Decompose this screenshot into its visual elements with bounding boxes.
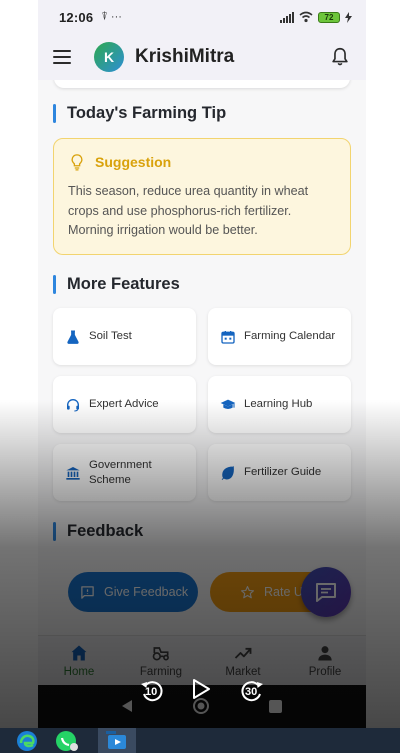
system-back-icon[interactable]	[120, 699, 134, 713]
right-margin	[366, 0, 400, 728]
chat-icon	[316, 583, 336, 602]
whatsapp-icon[interactable]	[54, 730, 80, 752]
phone-screen: 12:06 ⍒ ··· 72 K KrishiMitra Today's Far…	[38, 0, 366, 728]
feedback-icon	[81, 585, 94, 599]
feature-expert-advice[interactable]: Expert Advice	[53, 376, 196, 433]
signal-icon	[280, 11, 294, 23]
rewind-seconds: 10	[145, 686, 158, 698]
star-icon	[241, 585, 254, 598]
flask-icon	[67, 329, 79, 344]
features-section-title: More Features	[53, 275, 180, 294]
system-home-icon[interactable]	[192, 697, 210, 715]
home-icon	[71, 645, 87, 661]
status-time: 12:06	[59, 9, 94, 25]
system-recents-icon[interactable]	[269, 700, 282, 713]
charging-icon	[345, 11, 352, 23]
calendar-icon	[221, 330, 235, 344]
wifi-icon	[299, 11, 313, 23]
tip-card-title: Suggestion	[95, 154, 172, 170]
graduation-cap-icon	[220, 399, 236, 409]
feature-soil-test[interactable]: Soil Test	[53, 308, 196, 365]
media-player-icon[interactable]	[98, 728, 136, 753]
chat-fab[interactable]	[301, 567, 351, 617]
bank-icon	[66, 466, 80, 480]
app-logo: K	[94, 42, 124, 72]
feature-farming-calendar[interactable]: Farming Calendar	[208, 308, 351, 365]
status-bar: 12:06 ⍒ ··· 72	[38, 0, 366, 34]
feedback-buttons: Give Feedback Rate U	[68, 572, 340, 612]
tip-card: Suggestion This season, reduce urea quan…	[53, 138, 351, 255]
battery-icon: 72	[318, 11, 340, 23]
headset-icon	[67, 398, 79, 412]
trending-up-icon	[234, 647, 252, 659]
feature-government-scheme[interactable]: Government Scheme	[53, 444, 196, 501]
feature-fertilizer-guide[interactable]: Fertilizer Guide	[208, 444, 351, 501]
person-icon	[318, 646, 332, 661]
left-margin	[0, 0, 38, 728]
nav-home[interactable]: Home	[38, 636, 120, 685]
app-title: KrishiMitra	[135, 46, 235, 67]
forward-seconds: 30	[245, 686, 258, 698]
leaf-icon	[221, 465, 234, 480]
nav-profile[interactable]: Profile	[284, 636, 366, 685]
lightbulb-icon	[71, 154, 83, 171]
feature-learning-hub[interactable]: Learning Hub	[208, 376, 351, 433]
feedback-section-title: Feedback	[53, 522, 143, 541]
app-bar: K KrishiMitra	[38, 34, 366, 80]
tip-section-title: Today's Farming Tip	[53, 104, 226, 123]
give-feedback-button[interactable]: Give Feedback	[68, 572, 198, 612]
edge-browser-icon[interactable]	[14, 730, 40, 752]
bell-icon[interactable]	[329, 46, 351, 68]
tip-text: This season, reduce urea quantity in whe…	[68, 184, 309, 237]
menu-icon[interactable]	[53, 50, 71, 64]
notification-icons: ⍒ ···	[101, 10, 122, 23]
previous-card	[54, 80, 350, 88]
desktop-taskbar	[0, 728, 400, 753]
main-scroll[interactable]: Today's Farming Tip Suggestion This seas…	[38, 80, 366, 635]
tractor-icon	[152, 647, 169, 661]
